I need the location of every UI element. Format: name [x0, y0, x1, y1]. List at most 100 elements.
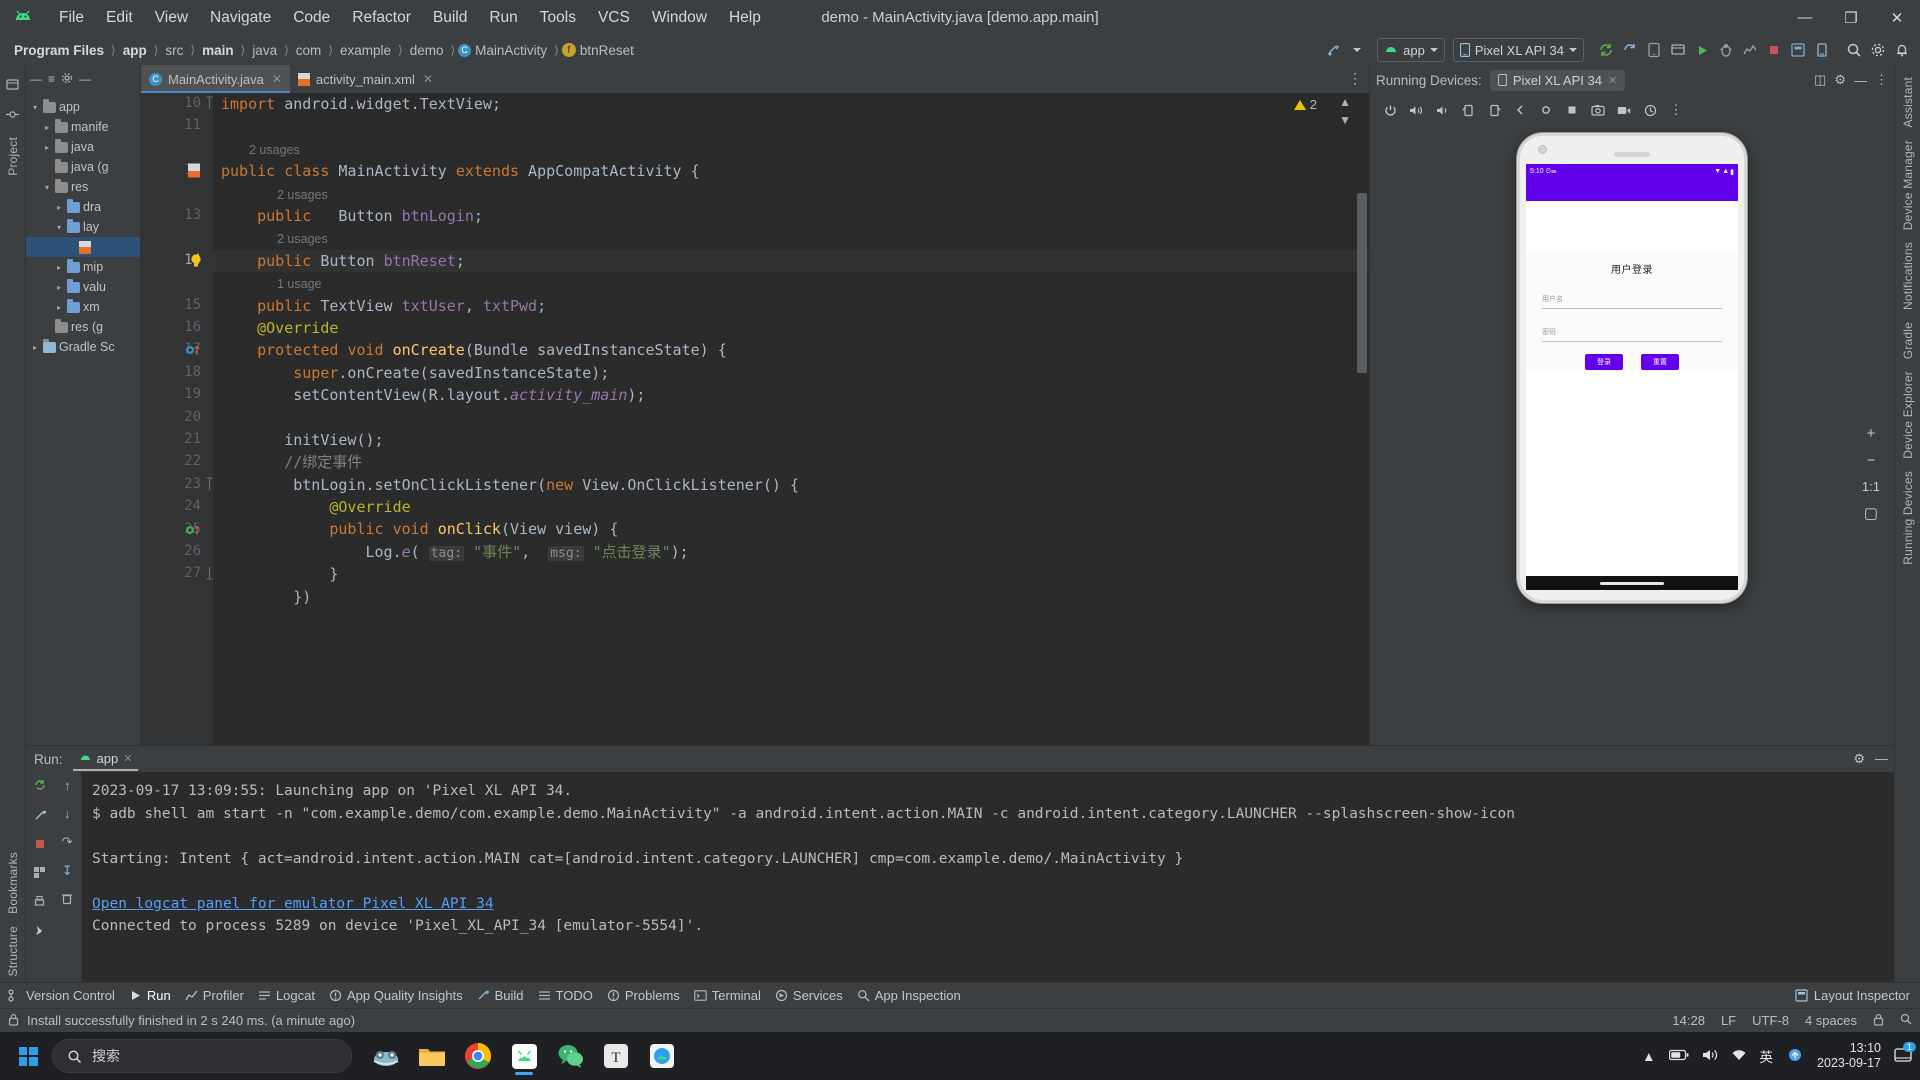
tree-node[interactable]: ▸ Gradle Sc	[26, 337, 140, 357]
editor-options-icon[interactable]: ⋮	[1348, 70, 1363, 87]
status-lock-icon[interactable]	[1873, 1013, 1884, 1029]
code-line[interactable]: super.onCreate(savedInstanceState);	[213, 362, 1369, 384]
usage-hint[interactable]: 2 usages	[277, 232, 328, 246]
home-icon[interactable]	[1534, 99, 1558, 121]
device-selector[interactable]: Pixel XL API 34	[1452, 38, 1584, 62]
run-configuration-selector[interactable]: app	[1377, 38, 1445, 62]
code-content[interactable]: import android.widget.TextView; 2 usages p…	[213, 93, 1369, 745]
code-line[interactable]: //绑定事件	[213, 451, 1369, 473]
hide-icon[interactable]: —	[79, 72, 91, 86]
minimize-panel-icon[interactable]: —	[1854, 73, 1867, 88]
status-encoding[interactable]: UTF-8	[1752, 1013, 1789, 1028]
task-view-icon[interactable]	[364, 1035, 408, 1077]
code-line[interactable]: 2 usages	[213, 183, 1369, 205]
ime-label[interactable]: 英	[1760, 1046, 1774, 1066]
menu-item-tools[interactable]: Tools	[529, 6, 587, 30]
history-icon[interactable]	[1638, 99, 1662, 121]
menu-item-build[interactable]: Build	[422, 6, 478, 30]
notifications-bell-icon[interactable]	[1890, 38, 1914, 62]
split-window-icon[interactable]: ◫	[1814, 72, 1826, 88]
inspection-status[interactable]: 2	[1293, 97, 1317, 112]
minimize-button[interactable]: —	[1782, 0, 1828, 35]
rerun-icon[interactable]	[33, 778, 47, 795]
layout-icon[interactable]	[33, 866, 46, 882]
battery-icon[interactable]	[1668, 1049, 1689, 1064]
breadcrumb-main[interactable]: main	[198, 42, 238, 59]
menu-item-run[interactable]: Run	[478, 6, 528, 30]
usage-hint[interactable]: 2 usages	[249, 143, 300, 157]
rotate-right-icon[interactable]	[1482, 99, 1506, 121]
zoom-in-button[interactable]: +	[1867, 425, 1876, 442]
pin-icon[interactable]	[33, 924, 46, 940]
code-line[interactable]: 2 usages	[213, 138, 1369, 160]
stop-icon[interactable]	[34, 838, 46, 853]
volume-icon[interactable]	[1702, 1048, 1718, 1065]
menu-item-help[interactable]: Help	[718, 6, 772, 30]
taskbar-search[interactable]: 搜索	[52, 1039, 352, 1073]
bottom-tab-services[interactable]: Services	[775, 988, 843, 1003]
android-studio-icon[interactable]	[502, 1035, 546, 1077]
typora-icon[interactable]: T	[594, 1035, 638, 1077]
commit-icon[interactable]	[6, 108, 19, 124]
tree-node[interactable]: ▸ java	[26, 137, 140, 157]
bottom-tab-problems[interactable]: Problems	[607, 988, 680, 1003]
rail-label-assistant[interactable]: Assistant	[1901, 71, 1915, 134]
breadcrumb-app[interactable]: app	[119, 42, 151, 59]
sort-icon[interactable]: ≡	[48, 72, 55, 86]
breadcrumb-example[interactable]: example	[336, 42, 395, 59]
build-icon[interactable]	[1321, 38, 1345, 62]
code-line[interactable]: 1 usage	[213, 272, 1369, 294]
bottom-tab-app-inspection[interactable]: App Inspection	[857, 988, 961, 1003]
console-link[interactable]: Open logcat panel for emulator Pixel XL …	[92, 893, 1884, 916]
breadcrumb-program-files[interactable]: Program Files	[10, 42, 108, 59]
chevron-icon[interactable]: ▸	[42, 143, 52, 152]
power-icon[interactable]	[1378, 99, 1402, 121]
code-line[interactable]: public TextView txtUser, txtPwd;	[213, 295, 1369, 317]
chevron-icon[interactable]: ▸	[42, 123, 52, 132]
code-line[interactable]: initView();	[213, 429, 1369, 451]
login-button[interactable]: 登录	[1585, 354, 1623, 370]
code-line[interactable]: })	[213, 586, 1369, 608]
code-line[interactable]: import android.widget.TextView;	[213, 93, 1369, 115]
code-line[interactable]	[213, 406, 1369, 428]
chevron-icon[interactable]: ▸	[54, 283, 64, 292]
tree-node[interactable]: ▾ lay	[26, 217, 140, 237]
chevron-icon[interactable]: ▾	[42, 183, 52, 192]
chevron-up-icon[interactable]: ▲	[1642, 1049, 1655, 1064]
code-line[interactable]: public Button btnLogin;	[213, 205, 1369, 227]
chevron-icon[interactable]: ▸	[30, 343, 40, 352]
minimize-panel-icon[interactable]: —	[1875, 751, 1888, 767]
rail-label-running-devices[interactable]: Running Devices	[1901, 465, 1915, 571]
bottom-tab-run[interactable]: Run	[129, 988, 171, 1003]
close-icon[interactable]: ✕	[123, 752, 132, 765]
code-line[interactable]: btnLogin.setOnClickListener(new View.OnC…	[213, 474, 1369, 496]
stop-button[interactable]	[1762, 38, 1786, 62]
notification-center-icon[interactable]: 1	[1894, 1041, 1916, 1066]
layout-inspector-icon[interactable]	[1786, 38, 1810, 62]
chevron-icon[interactable]: ▸	[54, 263, 64, 272]
menu-item-file[interactable]: File	[48, 6, 95, 30]
chevron-up-icon[interactable]: ▲	[1339, 95, 1351, 109]
bottom-tab-logcat[interactable]: Logcat	[258, 988, 315, 1003]
menu-item-window[interactable]: Window	[641, 6, 718, 30]
breadcrumb-java[interactable]: java	[248, 42, 281, 59]
print-icon[interactable]	[33, 895, 46, 911]
volume-down-icon[interactable]	[1430, 99, 1454, 121]
chevron-down-icon[interactable]	[1345, 38, 1369, 62]
chrome-icon[interactable]	[456, 1035, 500, 1077]
network-icon[interactable]	[1731, 1048, 1747, 1065]
usage-hint[interactable]: 1 usage	[277, 277, 321, 291]
bottom-right-tab[interactable]: Layout Inspector	[1795, 988, 1910, 1003]
rail-label-device-explorer[interactable]: Device Explorer	[1901, 365, 1915, 465]
breadcrumb-src[interactable]: src	[161, 42, 187, 59]
tree-node[interactable]: ▸ valu	[26, 277, 140, 297]
status-indent[interactable]: 4 spaces	[1805, 1013, 1857, 1028]
code-line[interactable]: }	[213, 563, 1369, 585]
bottom-tab-terminal[interactable]: Terminal	[694, 988, 761, 1003]
code-line[interactable]: public void onClick(View view) {	[213, 518, 1369, 540]
project-tree[interactable]: ▾ app ▸ manife ▸ java java (g ▾ res ▸ dra ▾ lay ▸ mip ▸…	[26, 93, 140, 357]
settings-gear-icon[interactable]: ⚙	[1853, 751, 1865, 767]
rail-label-bookmarks[interactable]: Bookmarks	[6, 846, 20, 920]
file-explorer-icon[interactable]	[410, 1035, 454, 1077]
more-options-icon[interactable]: ⋮	[1664, 99, 1688, 121]
